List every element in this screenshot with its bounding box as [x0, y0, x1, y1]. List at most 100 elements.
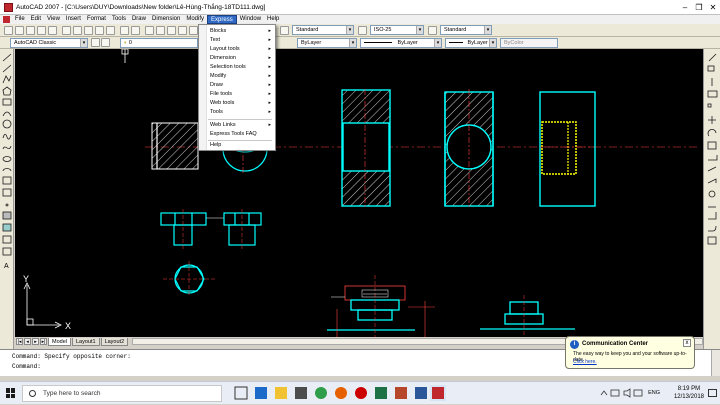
cut-icon[interactable] — [62, 26, 71, 35]
balloon-close-button[interactable]: x — [683, 339, 691, 347]
plotstyle-select[interactable]: ByColor — [500, 38, 558, 48]
menu-format[interactable]: Format — [84, 15, 109, 24]
autocad-taskbar-icon[interactable] — [432, 387, 444, 399]
undo-icon[interactable] — [120, 26, 129, 35]
trim-tool-icon[interactable] — [707, 166, 717, 172]
line-tool-icon[interactable] — [2, 53, 12, 62]
menu-help[interactable]: Help — [264, 15, 282, 24]
pan-icon[interactable] — [145, 26, 154, 35]
new-file-icon[interactable] — [4, 26, 13, 35]
layer-select[interactable]: ◐ 0 — [120, 38, 198, 48]
linetype-select[interactable]: ByLayer ▾ — [360, 38, 442, 48]
circle-tool-icon[interactable] — [2, 119, 12, 129]
ellipse-tool-icon[interactable] — [2, 156, 12, 162]
sleeve-section[interactable] — [341, 89, 391, 209]
bolt-front-view-2[interactable] — [223, 209, 262, 249]
redo-icon[interactable] — [131, 26, 140, 35]
network-icon[interactable] — [610, 389, 620, 397]
insert-block-icon[interactable] — [2, 176, 12, 185]
edge-browser-icon[interactable] — [255, 387, 267, 399]
move-tool-icon[interactable] — [708, 116, 716, 124]
express-blocks[interactable]: Blocks ▸ — [199, 27, 275, 36]
menu-draw[interactable]: Draw — [129, 15, 149, 24]
menu-modify[interactable]: Modify — [183, 15, 207, 24]
point-tool-icon[interactable] — [5, 203, 9, 207]
chamfer-tool-icon[interactable] — [708, 212, 717, 220]
task-view-icon[interactable] — [234, 386, 248, 400]
polyline-tool-icon[interactable] — [2, 75, 12, 84]
bolt-assembly-2[interactable] — [480, 295, 575, 337]
zoom-window-icon[interactable] — [167, 26, 176, 35]
chrome-icon[interactable] — [315, 387, 327, 399]
save-icon[interactable] — [26, 26, 35, 35]
express-web-tools[interactable]: Web tools ▸ — [199, 99, 275, 108]
ellipse-arc-icon[interactable] — [2, 168, 12, 172]
revision-cloud-icon[interactable] — [2, 133, 12, 140]
scale-tool-icon[interactable] — [707, 141, 717, 150]
layer-manager-icon[interactable] — [101, 38, 110, 47]
show-hidden-icons[interactable] — [600, 390, 608, 396]
battery-icon[interactable] — [633, 389, 643, 397]
open-file-icon[interactable] — [15, 26, 24, 35]
gradient-tool-icon[interactable] — [2, 223, 12, 232]
table-tool-icon[interactable] — [2, 247, 12, 256]
construction-line-icon[interactable] — [2, 64, 12, 73]
array-tool-icon[interactable] — [707, 103, 712, 108]
menu-dimension[interactable]: Dimension — [149, 15, 183, 24]
volume-icon[interactable] — [623, 388, 631, 398]
table-style-select[interactable]: Standard ▾ — [440, 25, 492, 35]
express-web-links[interactable]: Web Links ▸ — [199, 121, 275, 130]
mtext-tool-icon[interactable]: A — [4, 263, 9, 270]
last-tab-button[interactable]: ▸| — [40, 338, 47, 345]
express-file-tools[interactable]: File tools ▸ — [199, 90, 275, 99]
dim-style-select[interactable]: ISO-25 ▾ — [370, 25, 424, 35]
menu-insert[interactable]: Insert — [63, 15, 84, 24]
windows-start-icon[interactable] — [6, 388, 16, 398]
tab-model[interactable]: Model — [48, 337, 71, 346]
bolt-front-view-1[interactable] — [160, 209, 224, 249]
break-tool-icon[interactable] — [708, 190, 716, 198]
next-tab-button[interactable]: ▸ — [32, 338, 39, 345]
express-tools-faq[interactable]: Express Tools FAQ — [199, 130, 275, 139]
tab-layout1[interactable]: Layout1 — [71, 337, 100, 346]
close-button[interactable]: ✕ — [706, 0, 720, 15]
express-draw[interactable]: Draw ▸ — [199, 81, 275, 90]
firefox-icon[interactable] — [335, 387, 347, 399]
copy-tool-icon[interactable] — [707, 65, 715, 72]
express-text[interactable]: Text ▸ — [199, 36, 275, 45]
balloon-link[interactable]: Click here. — [573, 359, 597, 365]
bolt-assembly-dimensioned[interactable] — [327, 275, 435, 337]
text-style-icon[interactable] — [280, 26, 289, 35]
store-icon[interactable] — [295, 387, 307, 399]
threaded-hole-view[interactable] — [539, 91, 596, 207]
rotate-tool-icon[interactable] — [707, 128, 717, 137]
round-section[interactable] — [444, 89, 494, 209]
extend-tool-icon[interactable] — [707, 178, 717, 184]
hatch-tool-icon[interactable] — [2, 211, 12, 220]
tab-layout2[interactable]: Layout2 — [100, 337, 129, 346]
command-scrollbar[interactable] — [711, 350, 720, 376]
autocad-app-icon[interactable] — [4, 2, 13, 12]
drawing-canvas[interactable]: Y X — [15, 49, 703, 337]
file-explorer-icon[interactable] — [275, 387, 287, 399]
color-select[interactable]: ByLayer ▾ — [297, 38, 357, 48]
maximize-button[interactable]: ❐ — [692, 0, 706, 15]
express-selection-tools[interactable]: Selection tools ▸ — [199, 63, 275, 72]
table-style-icon[interactable] — [428, 26, 437, 35]
menu-view[interactable]: View — [44, 15, 63, 24]
express-help[interactable]: Help — [199, 141, 275, 150]
text-style-select[interactable]: Standard ▾ — [292, 25, 354, 35]
workspace-settings-icon[interactable] — [91, 38, 100, 47]
make-block-icon[interactable] — [2, 188, 12, 197]
properties-icon[interactable] — [189, 26, 198, 35]
block-editor-icon[interactable] — [106, 26, 115, 35]
dim-style-icon[interactable] — [358, 26, 367, 35]
taskbar-clock[interactable]: 8:19 PM 12/13/2018 — [674, 385, 704, 401]
action-center-icon[interactable] — [708, 389, 717, 397]
menu-edit[interactable]: Edit — [28, 15, 44, 24]
express-modify[interactable]: Modify ▸ — [199, 72, 275, 81]
plot-preview-icon[interactable] — [48, 26, 57, 35]
erase-tool-icon[interactable] — [708, 53, 717, 62]
minimize-button[interactable]: – — [678, 0, 692, 15]
spline-tool-icon[interactable] — [2, 145, 12, 150]
